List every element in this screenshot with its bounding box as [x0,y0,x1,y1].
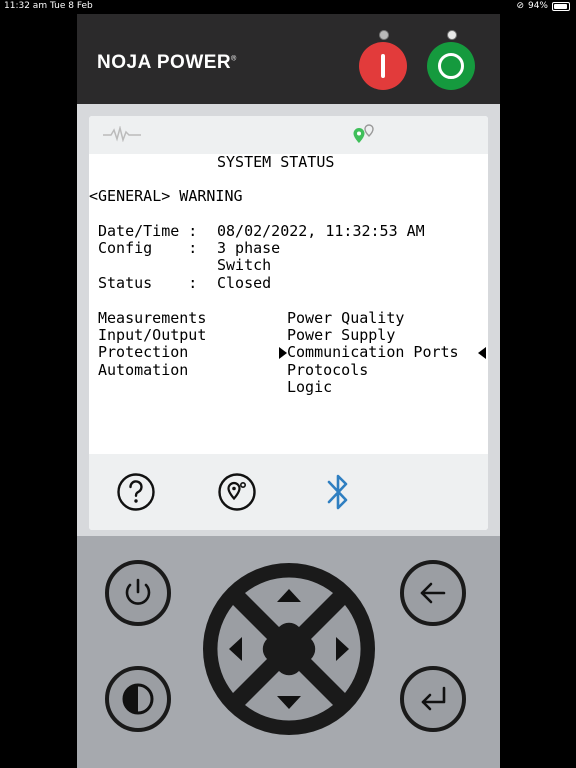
dpad [203,563,375,735]
back-arrow-icon [420,582,446,604]
config-value-2: Switch [217,256,272,274]
location-pin-icon[interactable] [349,122,379,146]
device-header: NOJA POWER® [77,14,500,104]
menu-item-protocols[interactable]: Protocols [287,362,368,379]
contrast-icon [122,683,154,715]
screen-topbar [89,116,488,154]
menu-item-power-quality[interactable]: Power Quality [287,310,404,327]
brand-logo: NOJA POWER® [97,52,237,73]
selection-left-marker-icon [279,347,287,359]
status-time: 11:32 am [4,1,48,11]
battery-icon [552,1,570,11]
enter-icon [421,686,446,711]
datetime-label: Date/Time : [98,222,198,240]
link-icon: ⊘ [516,1,524,11]
device-body: SYSTEM STATUS <GENERAL> WARNING Date/Tim… [77,104,500,768]
waveform-icon [103,126,141,142]
config-label: Config : [98,239,198,257]
bluetooth-icon[interactable] [321,470,355,514]
menu-item-automation[interactable]: Automation [98,362,188,379]
screen-title: SYSTEM STATUS [217,153,335,171]
screen-toolbar [89,454,488,530]
status-label: Status : [98,274,198,292]
warning-text: <GENERAL> WARNING [89,187,243,205]
help-icon[interactable] [116,472,156,512]
menu-item-measurements[interactable]: Measurements [98,310,206,327]
power-icon [125,578,151,605]
trip-led-icon [379,30,389,40]
menu-item-logic[interactable]: Logic [287,379,332,396]
power-button[interactable] [105,560,171,626]
close-button[interactable] [427,42,475,90]
close-led-icon [447,30,457,40]
menu-item-protection[interactable]: Protection [98,344,188,361]
status-date: Tue 8 Feb [50,1,93,11]
menu-item-input-output[interactable]: Input/Output [98,327,206,344]
back-button[interactable] [400,560,466,626]
lcd-screen: SYSTEM STATUS <GENERAL> WARNING Date/Tim… [89,116,488,530]
status-right: ⊘ 94% [516,1,570,11]
status-value: Closed [217,274,272,292]
status-bar: 11:32 am Tue 8 Feb ⊘ 94% [0,0,576,14]
selection-right-marker-icon [478,347,486,359]
location-icon[interactable] [217,472,257,512]
battery-percent: 94% [527,1,548,11]
menu-item-communication-ports[interactable]: Communication Ports [287,344,459,361]
menu-item-power-supply[interactable]: Power Supply [287,327,395,344]
datetime-value: 08/02/2022, 11:32:53 AM [217,222,425,240]
config-value: 3 phase [217,239,281,257]
trip-button[interactable] [359,42,407,90]
enter-button[interactable] [400,666,466,732]
contrast-button[interactable] [105,666,171,732]
